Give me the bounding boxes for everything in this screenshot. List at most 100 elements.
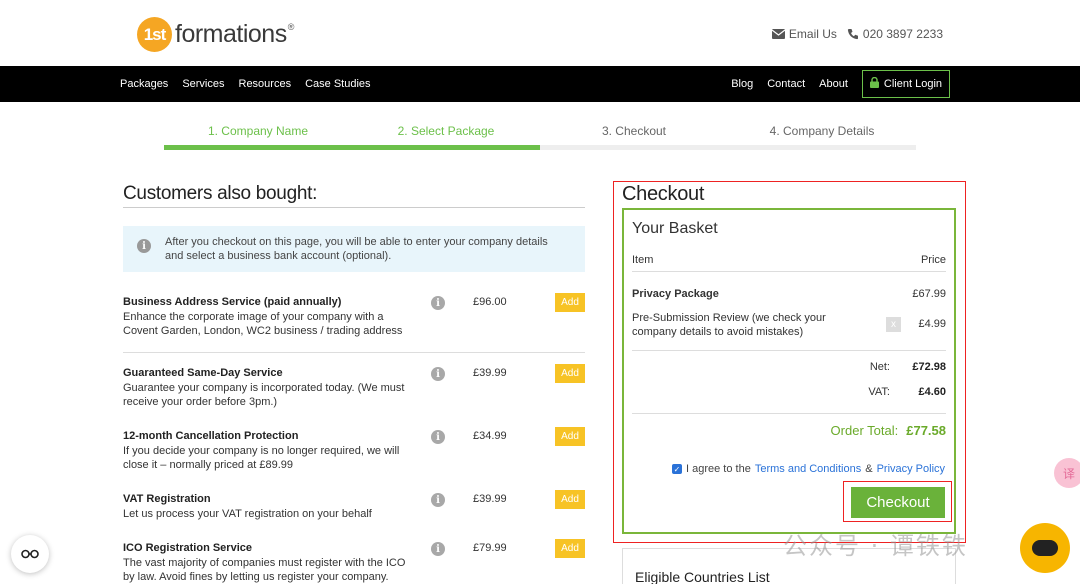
translate-badge[interactable]: 译 xyxy=(1054,458,1080,488)
nav-blog[interactable]: Blog xyxy=(731,78,753,90)
item-name: Privacy Package xyxy=(632,288,719,300)
basket-item-privacy-package: Privacy Package £67.99 xyxy=(632,288,946,300)
remove-item-button[interactable]: x xyxy=(886,317,901,332)
main-nav: Packages Services Resources Case Studies… xyxy=(0,66,1080,102)
agree-prefix: I agree to the xyxy=(686,463,751,475)
order-total-value: £77.58 xyxy=(906,423,946,438)
info-icon[interactable]: i xyxy=(431,296,445,310)
header-contact: Email Us 020 3897 2233 xyxy=(771,27,943,41)
checkout-button[interactable]: Checkout xyxy=(851,487,945,518)
divider xyxy=(632,413,946,414)
add-button[interactable]: Add xyxy=(555,427,585,446)
step-select-package[interactable]: 2. Select Package xyxy=(352,124,540,150)
divider xyxy=(123,352,585,353)
glasses-icon[interactable] xyxy=(11,535,49,573)
net-label: Net: xyxy=(869,361,890,373)
info-icon[interactable]: i xyxy=(431,367,445,381)
net-value: £72.98 xyxy=(912,361,946,373)
order-total-label: Order Total: xyxy=(830,423,899,438)
step-bar xyxy=(352,145,540,150)
addon-desc: If you decide your company is no longer … xyxy=(123,445,400,471)
addon-name: 12-month Cancellation Protection xyxy=(123,430,299,442)
chat-icon[interactable] xyxy=(1020,523,1070,573)
addon-business-address: Business Address Service (paid annually)… xyxy=(123,293,585,338)
item-price: £67.99 xyxy=(912,288,946,300)
nav-resources[interactable]: Resources xyxy=(239,78,292,90)
addon-price: £39.99 xyxy=(473,493,507,505)
item-price: £4.99 xyxy=(918,318,946,330)
watermark-text: 公众号 · 谭铁铁 xyxy=(783,532,968,560)
phone-link[interactable]: 020 3897 2233 xyxy=(847,27,943,41)
order-total: Order Total: £77.58 xyxy=(780,423,946,438)
info-icon: i xyxy=(137,239,151,253)
addon-name: Business Address Service (paid annually) xyxy=(123,296,342,308)
nav-left: Packages Services Resources Case Studies xyxy=(120,66,371,102)
client-login-label: Client Login xyxy=(883,78,942,90)
addon-name: Guaranteed Same-Day Service xyxy=(123,367,283,379)
addon-price: £34.99 xyxy=(473,430,507,442)
divider xyxy=(632,271,946,272)
col-item: Item xyxy=(632,254,654,266)
logo-text: formations xyxy=(175,20,287,48)
site-logo[interactable]: 1st formations ® xyxy=(137,17,294,52)
divider xyxy=(123,207,585,208)
step-bar xyxy=(728,145,916,150)
nav-contact[interactable]: Contact xyxy=(767,78,805,90)
add-button[interactable]: Add xyxy=(555,364,585,383)
col-price: Price xyxy=(920,254,946,266)
add-button[interactable]: Add xyxy=(555,293,585,312)
info-icon[interactable]: i xyxy=(431,430,445,444)
addon-price: £39.99 xyxy=(473,367,507,379)
addon-price: £79.99 xyxy=(473,542,507,554)
checkout-steps: 1. Company Name 2. Select Package 3. Che… xyxy=(164,124,916,150)
nav-about[interactable]: About xyxy=(819,78,848,90)
nav-right: Blog Contact About Client Login xyxy=(731,66,950,102)
nav-packages[interactable]: Packages xyxy=(120,78,168,90)
info-icon[interactable]: i xyxy=(431,542,445,556)
terms-agreement: ✓ I agree to the Terms and Conditions & … xyxy=(672,463,945,475)
step-company-name[interactable]: 1. Company Name xyxy=(164,124,352,150)
logo-mark: 1st xyxy=(137,17,172,52)
step-bar xyxy=(164,145,352,150)
info-notice: i After you checkout on this page, you w… xyxy=(123,226,585,272)
vat-label: VAT: xyxy=(868,386,890,398)
logo-registered: ® xyxy=(287,21,295,32)
step-company-details: 4. Company Details xyxy=(728,124,916,150)
phone-icon xyxy=(847,28,859,40)
info-icon[interactable]: i xyxy=(431,493,445,507)
addon-desc: Enhance the corporate image of your comp… xyxy=(123,311,403,337)
addon-desc: The vast majority of companies must regi… xyxy=(123,557,406,583)
terms-link[interactable]: Terms and Conditions xyxy=(755,463,861,475)
privacy-link[interactable]: Privacy Policy xyxy=(877,463,945,475)
addon-vat-registration: VAT Registration Let us process your VAT… xyxy=(123,490,585,521)
eligible-countries-title: Eligible Countries List xyxy=(635,569,770,584)
add-button[interactable]: Add xyxy=(555,490,585,509)
lock-icon xyxy=(869,76,879,91)
addon-name: VAT Registration xyxy=(123,493,211,505)
add-button[interactable]: Add xyxy=(555,539,585,558)
vat-value: £4.60 xyxy=(918,386,946,398)
email-label: Email Us xyxy=(788,27,837,41)
divider xyxy=(632,350,946,351)
step-bar xyxy=(540,145,728,150)
checkout-title: Checkout xyxy=(622,183,705,205)
terms-checkbox[interactable]: ✓ xyxy=(672,464,682,474)
nav-services[interactable]: Services xyxy=(182,78,224,90)
nav-case-studies[interactable]: Case Studies xyxy=(305,78,370,90)
basket-title: Your Basket xyxy=(632,220,718,237)
addon-name: ICO Registration Service xyxy=(123,542,252,554)
envelope-icon xyxy=(771,29,785,39)
client-login-button[interactable]: Client Login xyxy=(861,70,950,98)
item-name: Pre-Submission Review (we check your com… xyxy=(632,312,826,338)
addon-cancellation: 12-month Cancellation Protection If you … xyxy=(123,427,585,472)
addon-price: £96.00 xyxy=(473,296,507,308)
info-text: After you checkout on this page, you wil… xyxy=(165,236,548,262)
upsell-title: Customers also bought: xyxy=(123,183,318,204)
step-checkout: 3. Checkout xyxy=(540,124,728,150)
addon-ico-registration: ICO Registration Service The vast majori… xyxy=(123,539,585,584)
translate-icon: 译 xyxy=(1062,466,1075,481)
amp: & xyxy=(865,463,873,475)
addon-desc: Let us process your VAT registration on … xyxy=(123,508,372,520)
email-link[interactable]: Email Us xyxy=(771,27,837,41)
basket-header: Item Price xyxy=(632,254,946,266)
